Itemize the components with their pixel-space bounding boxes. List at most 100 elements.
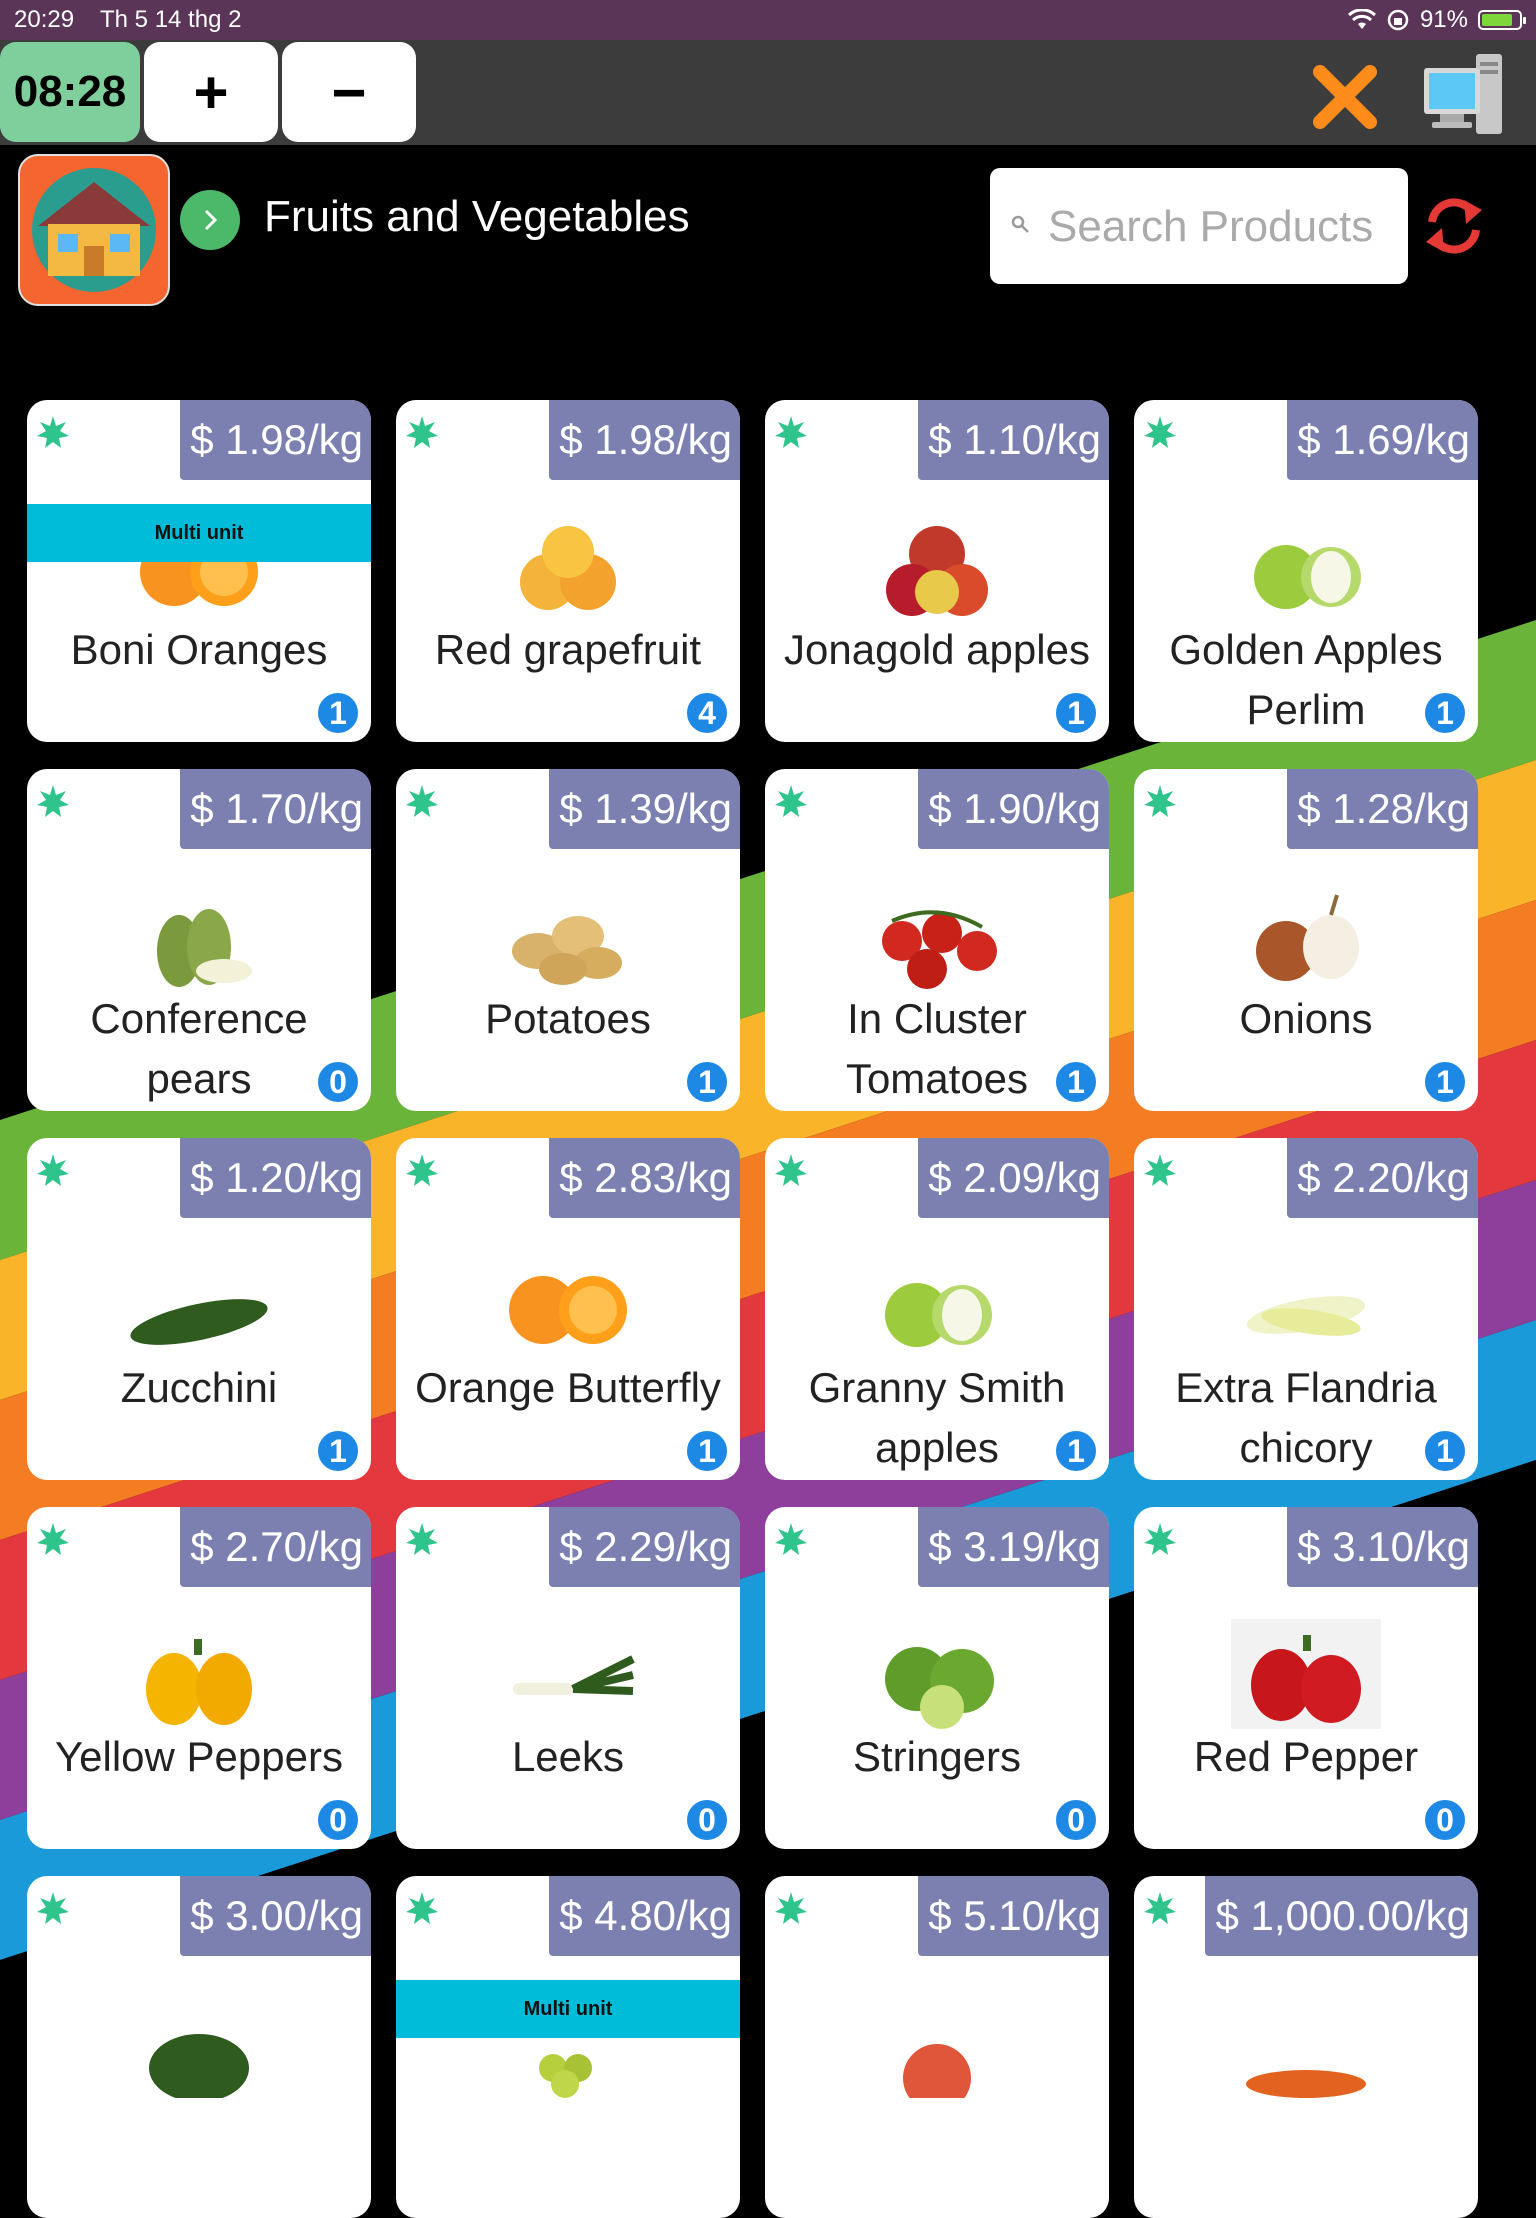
minus-button[interactable]: − [282,42,416,142]
product-name: Golden Apples Perlim [1169,626,1443,733]
product-image-tomato-icon [882,910,997,989]
stock-count-badge: 1 [684,1428,730,1474]
product-tile[interactable]: $ 1.20/kg Zucchini 1 [27,1138,371,1480]
stock-count-badge: 1 [684,1059,730,1105]
product-price: $ 2.20/kg [1287,1138,1478,1218]
stock-count-badge: 1 [1053,1428,1099,1474]
stock-count-badge: 1 [1053,690,1099,736]
badge-star-icon [775,1154,807,1186]
refresh-icon[interactable] [1422,196,1486,256]
product-image-pepper-green-icon [149,2034,249,2098]
product-tile[interactable]: $ 5.10/kg [765,1876,1109,2218]
home-icon[interactable] [18,154,170,306]
product-name: In Cluster Tomatoes [845,995,1029,1102]
product-name: Stringers [852,1733,1022,1780]
stock-count-badge: 1 [1422,690,1468,736]
product-tile[interactable]: $ 3.00/kg [27,1876,371,2218]
product-price: $ 3.00/kg [180,1876,371,1956]
product-tile[interactable]: $ 1.28/kg Onions 1 [1134,769,1478,1111]
stock-count-badge: 0 [684,1797,730,1843]
badge-star-icon [406,416,438,448]
search-input[interactable] [1046,196,1400,258]
product-image-pear-icon [157,909,252,987]
product-price: $ 2.83/kg [549,1138,740,1218]
status-date: Th 5 14 thg 2 [100,6,242,33]
product-name: Conference pears [90,995,308,1102]
status-right: 91% [1347,6,1526,34]
product-tile[interactable]: $ 2.20/kg Extra Flandria chicory 1 [1134,1138,1478,1480]
product-price: $ 5.10/kg [918,1876,1109,1956]
product-tile[interactable]: $ 3.19/kg Stringers 0 [765,1507,1109,1849]
product-name: Extra Flandria chicory [1175,1364,1437,1471]
clock-button[interactable]: 08:28 [0,42,140,142]
stock-count-badge: 0 [315,1059,361,1105]
product-tile[interactable]: $ 1.10/kg Jonagold apples 1 [765,400,1109,742]
close-icon[interactable] [1310,62,1380,132]
product-price: $ 1.10/kg [918,400,1109,480]
product-image-grapefruit-icon [520,526,616,610]
product-image-onion-icon [1256,894,1359,981]
product-price: $ 2.29/kg [549,1507,740,1587]
badge-star-icon [775,1523,807,1555]
product-name: Boni Oranges [70,626,328,673]
battery-icon [1478,10,1526,30]
product-name: Yellow Peppers [55,1733,343,1780]
product-name: Granny Smith apples [808,1364,1066,1471]
product-tile[interactable]: $ 2.29/kg Leeks 0 [396,1507,740,1849]
breadcrumb-arrow-icon[interactable] [180,190,240,250]
product-image-pepper-yellow-icon [146,1639,252,1725]
search-icon [1011,215,1029,233]
product-tile[interactable]: $ 4.80/kg Multi unit [396,1876,740,2218]
product-price: $ 2.09/kg [918,1138,1109,1218]
product-price: $ 1.28/kg [1287,769,1478,849]
product-name: Zucchini [120,1364,278,1411]
multi-unit-banner: Multi unit [396,1980,740,2038]
product-price: $ 4.80/kg [549,1876,740,1956]
product-tile[interactable]: $ 2.09/kg Granny Smith apples 1 [765,1138,1109,1480]
badge-star-icon [1144,1523,1176,1555]
product-name: Red grapefruit [434,626,702,673]
badge-star-icon [406,1892,438,1924]
stock-count-badge: 1 [1053,1059,1099,1105]
search-box[interactable] [990,168,1408,284]
computer-icon[interactable] [1420,52,1506,138]
product-tile[interactable]: $ 1.70/kg Conference pears 0 [27,769,371,1111]
top-toolbar: 08:28 + − [0,40,1536,145]
product-price: $ 1.70/kg [180,769,371,849]
product-tile[interactable]: $ 1,000.00/kg [1134,1876,1478,2218]
multi-unit-banner: Multi unit [27,504,371,562]
page-title: Fruits and Vegetables [264,192,690,241]
stock-count-badge: 1 [1422,1428,1468,1474]
badge-star-icon [37,1523,69,1555]
product-price: $ 2.70/kg [180,1507,371,1587]
product-tile[interactable]: $ 1.39/kg Potatoes 1 [396,769,740,1111]
product-image-potato-icon [512,916,622,985]
product-image-apple-green-icon [885,1283,992,1347]
product-name: Red Pepper [1193,1733,1419,1780]
product-price: $ 1.90/kg [918,769,1109,849]
product-tile[interactable]: $ 3.10/kg Red Pepper 0 [1134,1507,1478,1849]
badge-star-icon [406,1154,438,1186]
product-image-pepper-red-icon [1231,1619,1381,1729]
product-price: $ 1.69/kg [1287,400,1478,480]
badge-star-icon [37,1892,69,1924]
badge-star-icon [37,1154,69,1186]
orientation-lock-icon [1387,9,1409,31]
product-price: $ 1,000.00/kg [1205,1876,1478,1956]
product-tile[interactable]: $ 2.70/kg Yellow Peppers 0 [27,1507,371,1849]
product-tile[interactable]: $ 1.90/kg In Cluster Tomatoes 1 [765,769,1109,1111]
product-name: Onions [1239,995,1373,1042]
plus-button[interactable]: + [144,42,278,142]
product-tile[interactable]: $ 1.69/kg Golden Apples Perlim 1 [1134,400,1478,742]
product-image-leek-icon [513,1655,635,1695]
product-image-lime-icon [885,1647,994,1729]
stock-count-badge: 0 [315,1797,361,1843]
stock-count-badge: 0 [1053,1797,1099,1843]
product-tile[interactable]: $ 2.83/kg Orange Butterfly 1 [396,1138,740,1480]
stock-count-badge: 1 [315,690,361,736]
product-image-apple-green-icon [1254,545,1361,609]
badge-star-icon [775,785,807,817]
product-tile[interactable]: $ 1.98/kg Multi unit Boni Oranges 1 [27,400,371,742]
badge-star-icon [1144,416,1176,448]
product-tile[interactable]: $ 1.98/kg Red grapefruit 4 [396,400,740,742]
